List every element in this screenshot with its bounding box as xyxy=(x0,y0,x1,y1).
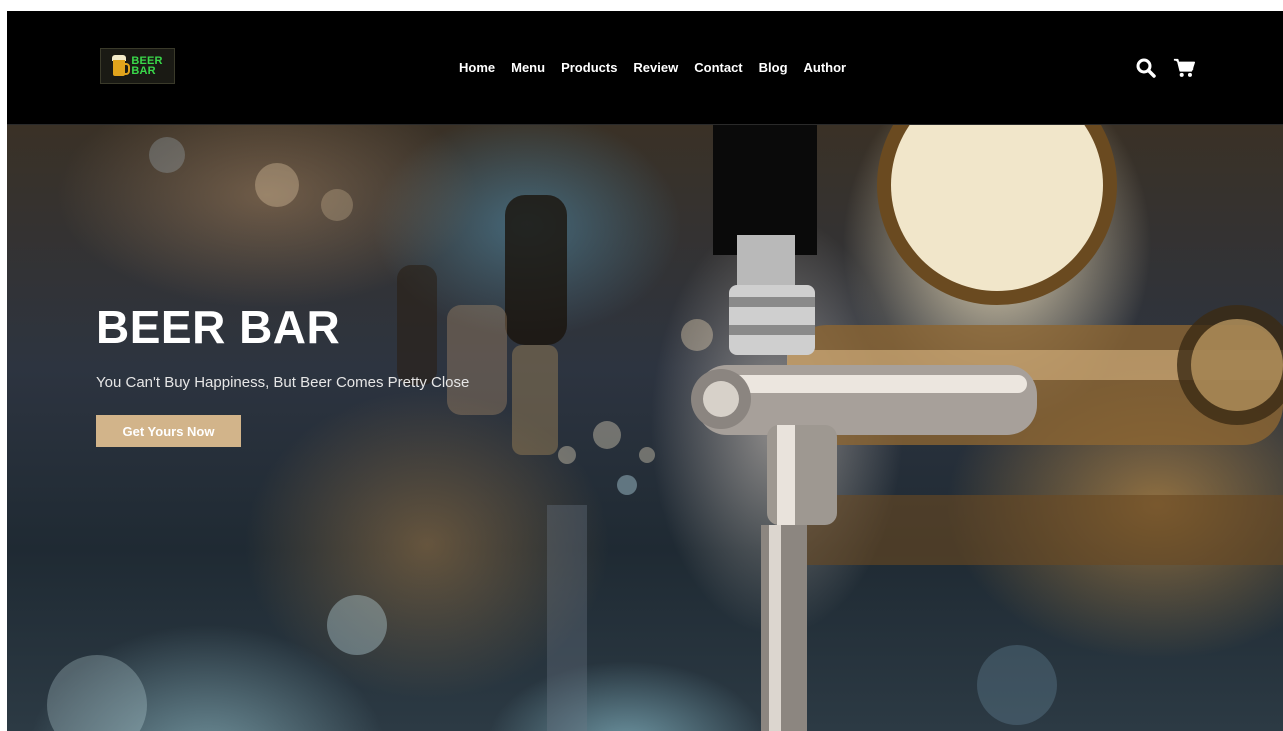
nav-item-author[interactable]: Author xyxy=(804,59,847,77)
nav-item-blog[interactable]: Blog xyxy=(759,59,788,77)
hero-content: BEER BAR You Can't Buy Happiness, But Be… xyxy=(96,301,469,447)
nav-item-review[interactable]: Review xyxy=(633,59,678,77)
header-actions xyxy=(1135,57,1195,79)
hero-section: BEER BAR You Can't Buy Happiness, But Be… xyxy=(7,125,1283,731)
cart-icon[interactable] xyxy=(1173,57,1195,79)
page-frame: BEER BAR Home Menu Products Review Conta… xyxy=(7,11,1283,731)
site-header: BEER BAR Home Menu Products Review Conta… xyxy=(7,11,1283,125)
get-yours-now-button[interactable]: Get Yours Now xyxy=(96,415,241,447)
nav-item-products[interactable]: Products xyxy=(561,59,617,77)
logo[interactable]: BEER BAR xyxy=(100,48,175,84)
search-icon[interactable] xyxy=(1135,57,1157,79)
main-nav: Home Menu Products Review Contact Blog A… xyxy=(459,59,862,77)
logo-line-2: BAR xyxy=(131,65,156,77)
beer-mug-icon xyxy=(112,55,131,77)
nav-item-home[interactable]: Home xyxy=(459,59,495,77)
nav-item-contact[interactable]: Contact xyxy=(694,59,742,77)
hero-title: BEER BAR xyxy=(96,301,341,353)
hero-subtitle: You Can't Buy Happiness, But Beer Comes … xyxy=(96,374,470,391)
nav-item-menu[interactable]: Menu xyxy=(511,59,545,77)
logo-text: BEER BAR xyxy=(131,56,162,77)
